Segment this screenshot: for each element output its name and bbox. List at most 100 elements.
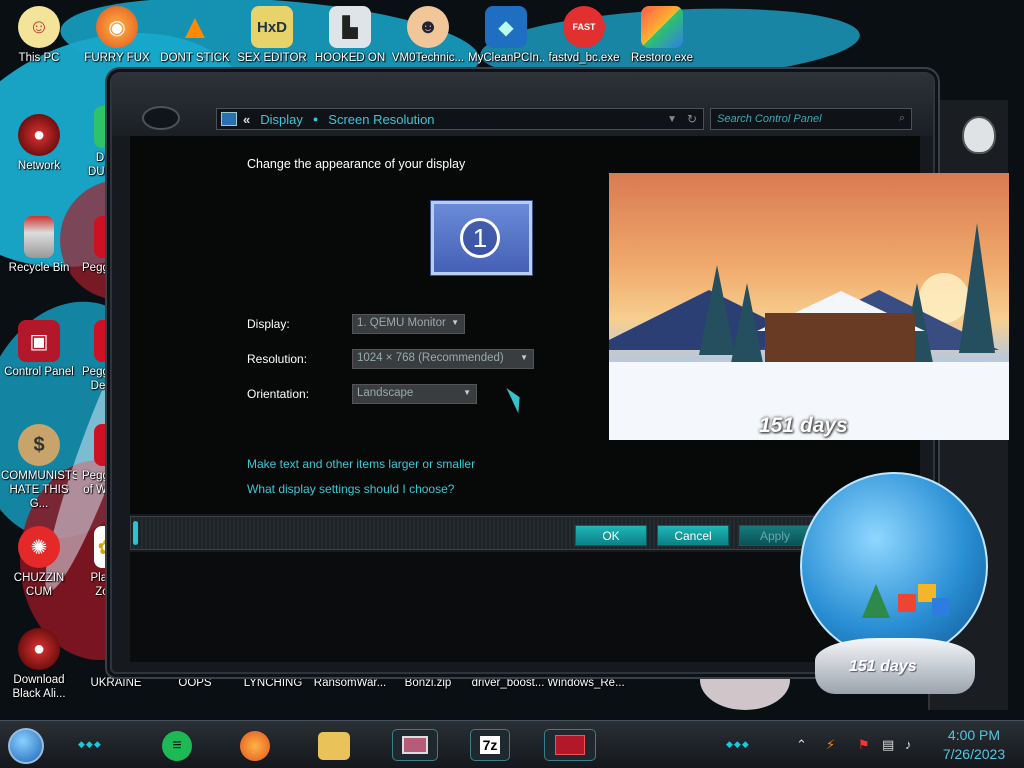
desktop-icon-label: Peggle of Wa [82,470,114,496]
breadcrumb-overflow-icon[interactable]: « [243,112,250,127]
desktop-icon-partial[interactable]: D DUM [72,106,112,179]
ok-button[interactable]: OK [575,525,647,546]
snow-globe-base: 151 days [815,638,975,694]
desktop-icon-label: CHUZZIN CUM [13,572,65,598]
snow-globe-widget[interactable] [800,472,988,660]
search-icon[interactable]: ⌕ [899,112,905,125]
desktop-icon-label: UKRAINE [90,677,142,689]
monitor-preview[interactable]: 1 [431,201,532,275]
address-dropdown-icon[interactable]: ▼ [667,114,677,125]
desktop-icon-peggle-de[interactable]: Peggle De [72,320,114,393]
desktop-icon-plants[interactable]: ✿ Plan Zo [72,526,114,599]
taskbar: ◆◆◆ ◆◆◆ ≡ 7z ⌃ ⚡ ⚑ ▤ ♪ 4:00 PM 7/26/2023 [0,720,1024,768]
desktop-icon-label: OOPS [178,677,212,689]
desktop-icon-windows-repair[interactable]: Windows_Re... [546,676,626,690]
gift-icon [898,594,916,612]
orientation-label: Orientation: [247,387,310,401]
action-center-flag-icon[interactable]: ⚑ [858,737,870,753]
alienware-app-icon[interactable] [544,729,596,761]
desktop-icon-driver-booster[interactable]: driver_boost... [468,676,548,690]
refresh-icon[interactable]: ↻ [687,112,697,126]
network-tray-icon[interactable]: ▤ [882,737,894,753]
desktop-icon-oops[interactable]: OOPS [157,676,233,690]
money-bag-icon: $ [18,424,60,466]
desktop-icon-ransomware[interactable]: RansomWar... [312,676,388,690]
alien-head-icon [962,116,996,154]
firefox-icon[interactable] [240,731,270,761]
start-button[interactable] [8,728,44,764]
monitor-app-icon[interactable] [392,729,438,761]
desktop-icon-lynching[interactable]: LYNCHING [235,676,311,690]
desktop-icon-vm0technic[interactable]: ☻ VM0Technic... [390,6,466,65]
desktop-icon-label: Control Panel [4,366,74,378]
desktop-icon-label: Recycle Bin [8,262,70,274]
chevron-down-icon: ▼ [451,318,459,327]
desktop-icon-label: Restoro.exe [630,52,693,64]
cabin [765,313,915,368]
desktop-icon-label: Peggle [82,262,114,274]
desktop-icon-restoro[interactable]: Restoro.exe [624,6,700,65]
chuzzle-icon: ✺ [18,526,60,568]
gift-icon [932,598,950,616]
address-bar[interactable]: « Display ● Screen Resolution ▼ ↻ [216,108,704,130]
desktop-icon-bonzi[interactable]: Bonzi.zip [390,676,466,690]
desktop-icon-furry-fux[interactable]: ◉ FURRY FUX [79,6,155,65]
desktop-icon-control-panel[interactable]: ▣ Control Panel [1,320,77,379]
resolution-select[interactable]: 1024 × 768 (Recommended) ▼ [352,349,534,369]
desktop-icon-label: LYNCHING [243,677,303,689]
desktop-icon-label: VM0Technic... [391,52,465,64]
chevron-down-icon: ▼ [463,388,471,397]
desktop-icon-label: SEX EDITOR [237,52,307,64]
desktop-icon-download-black-ali[interactable]: ● Download Black Ali... [1,628,77,701]
pine-tree [959,223,995,353]
desktop-icon-label: Download Black Ali... [12,674,66,700]
page-heading: Change the appearance of your display [247,157,466,171]
button-bar-cap [133,521,138,545]
display-label: Display: [247,317,290,331]
desktop-icon-mycleanpc[interactable]: ◆ MyCleanPCIn... [468,6,544,65]
7zip-icon[interactable]: 7z [470,729,510,761]
taskbar-decoration: ◆◆◆ [78,739,102,749]
desktop-icon-peggle-wa[interactable]: Peggle of Wa [72,424,114,497]
desktop-icon-communists[interactable]: $ COMMUNISTS HATE THIS G... [1,424,77,511]
text-size-link[interactable]: Make text and other items larger or smal… [247,457,475,471]
tree-icon [862,584,890,618]
display-select-value: 1. QEMU Monitor [357,317,446,329]
control-panel-icon: ▣ [18,320,60,362]
download-orb-icon: ● [18,628,60,670]
desktop-icon-dont-stick[interactable]: ▲ DONT STICK [157,6,233,65]
display-select[interactable]: 1. QEMU Monitor ▼ [352,314,465,334]
maze-icon: ▙ [329,6,371,48]
cancel-button[interactable]: Cancel [657,525,729,546]
desktop-icon-ukraine[interactable]: UKRAINE [78,676,154,690]
desktop-icon-label: COMMUNISTS HATE THIS G... [1,470,77,510]
desktop-icon-recycle-bin[interactable]: Recycle Bin [1,216,77,275]
file-explorer-icon[interactable] [318,732,350,760]
volume-icon[interactable]: ♪ [905,737,912,752]
desktop-icon-hooked-on[interactable]: ▙ HOOKED ON [312,6,388,65]
desktop-icon-chuzzin[interactable]: ✺ CHUZZIN CUM [1,526,77,599]
network-orb-icon: ● [18,114,60,156]
desktop-icon-fastvd[interactable]: FAST fastvd_bc.exe [546,6,622,65]
alien-logo-icon [142,106,180,130]
desktop-icon-this-pc[interactable]: ☺ This PC [1,6,77,65]
desktop-icon-peggle[interactable]: Peggle [72,216,114,275]
breadcrumb-display[interactable]: Display [260,112,303,127]
system-clock[interactable]: 4:00 PM 7/26/2023 [928,726,1020,764]
desktop-icon-label: FURRY FUX [84,52,150,64]
desktop-icon-network[interactable]: ● Network [1,114,77,173]
blue-shield-icon: ◆ [485,6,527,48]
spotify-icon[interactable]: ≡ [162,731,192,761]
control-panel-small-icon [221,112,237,126]
doctor-icon: ☻ [407,6,449,48]
overflow-chevron-icon[interactable]: ⌃ [796,737,807,753]
breadcrumb-screen-resolution[interactable]: Screen Resolution [328,112,434,127]
hex-editor-icon: HxD [251,6,293,48]
recycle-bin-icon [24,216,54,258]
display-help-link[interactable]: What display settings should I choose? [247,482,454,496]
desktop-icon-sex-editor[interactable]: HxD SEX EDITOR [234,6,310,65]
apply-button[interactable]: Apply [739,525,811,546]
app-tray-icon[interactable]: ⚡ [826,737,835,753]
search-input[interactable]: Search Control Panel ⌕ [710,108,912,130]
orientation-select[interactable]: Landscape ▼ [352,384,477,404]
